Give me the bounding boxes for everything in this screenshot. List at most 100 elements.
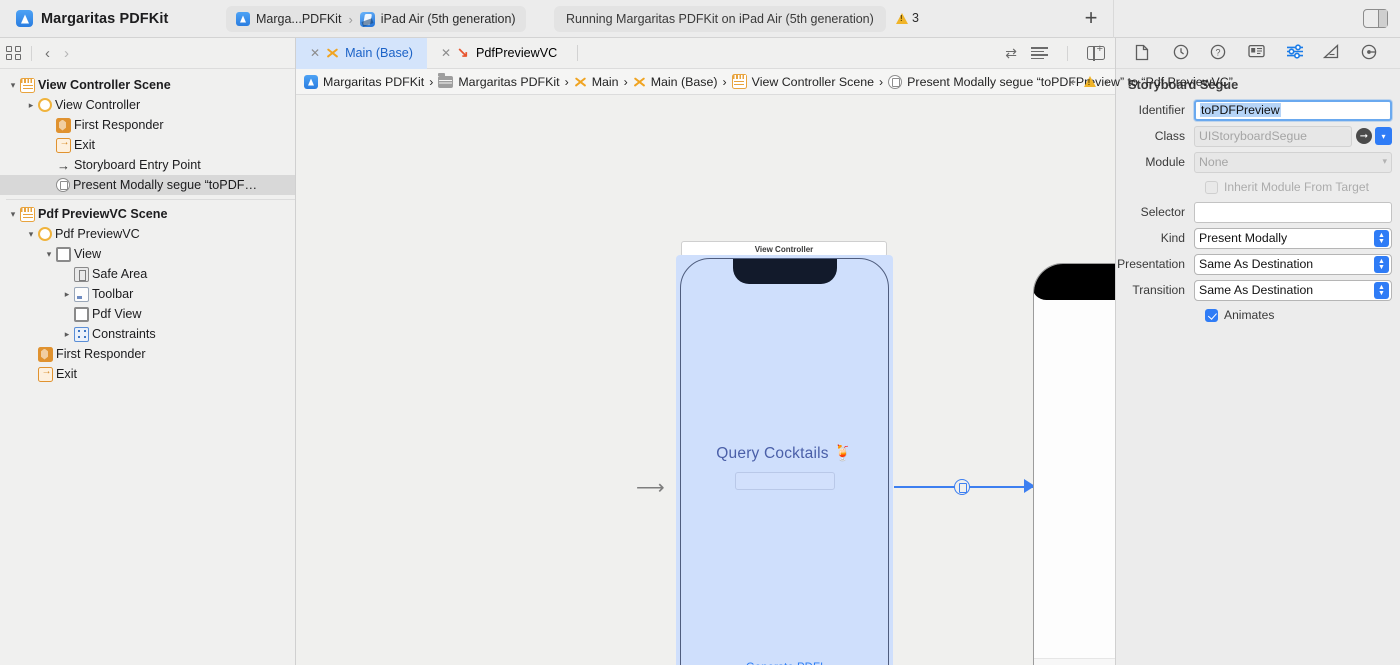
navigator-grid-icon[interactable] (6, 45, 22, 61)
breadcrumb[interactable]: Margaritas PDFKit › Margaritas PDFKit › Main… (296, 69, 1233, 95)
tree-item-exit[interactable]: Exit (0, 364, 295, 384)
identifier-input[interactable]: toPDFPreview (1194, 99, 1392, 121)
add-editor-icon[interactable] (1087, 43, 1105, 61)
run-destination[interactable]: iPad Air (5th generation) (381, 12, 516, 26)
app-identity: Margaritas PDFKit (0, 10, 168, 27)
disclosure-open-icon[interactable] (6, 80, 20, 91)
pdf-toolbar[interactable] (1034, 658, 1115, 665)
transition-value: Same As Destination (1199, 283, 1314, 297)
breadcrumb-item[interactable]: Present Modally segue “toPDFPreview” to … (888, 74, 1233, 89)
stepper-icon[interactable]: ▲ ▼ (1374, 230, 1389, 247)
kind-value: Present Modally (1199, 231, 1288, 245)
disclosure-open-icon[interactable] (42, 249, 56, 260)
disclosure-closed-icon[interactable] (60, 289, 74, 300)
animates-checkbox[interactable] (1205, 308, 1218, 322)
identifier-label: Identifier (1138, 103, 1185, 117)
nav-forward-button[interactable]: › (58, 46, 75, 61)
breadcrumb-prev-button[interactable]: ‹ (1070, 74, 1074, 89)
tree-item-pdf-previewvc-scene[interactable]: Pdf PreviewVC Scene (0, 204, 295, 224)
segue-icon (56, 178, 70, 192)
divider (31, 45, 32, 61)
identity-inspector-icon[interactable] (1248, 44, 1268, 62)
tree-item-exit[interactable]: Exit (0, 135, 295, 155)
tree-item-pdf-view[interactable]: Pdf View (0, 304, 295, 324)
class-row: Class UIStoryboardSegue ➞ ▾ (1116, 125, 1400, 147)
tree-item-storyboard-entry-point[interactable]: → Storyboard Entry Point (0, 155, 295, 175)
inherit-module-row[interactable]: Inherit Module From Target (1116, 177, 1400, 197)
document-outline-tree[interactable]: View Controller Scene View Controller Firs… (0, 69, 295, 665)
tab-pdfpreviewvc[interactable]: ✕ PdfPreviewVC (427, 38, 571, 69)
scheme-destination-control[interactable]: Marga...PDFKit › iPad Air (5th generatio… (226, 6, 526, 32)
module-row: Module None ▾ (1116, 151, 1400, 173)
open-class-icon[interactable]: ➞ (1356, 128, 1372, 144)
kind-popup-button[interactable]: Present Modally ▲ ▼ (1194, 227, 1392, 249)
tree-item-present-modally-segue-topdf[interactable]: Present Modally segue “toPDF… (0, 175, 295, 195)
disclosure-open-icon[interactable] (6, 209, 20, 220)
kind-label: Kind (1160, 231, 1185, 245)
breadcrumb-item[interactable]: Margaritas PDFKit (304, 74, 424, 89)
tree-divider (6, 199, 295, 200)
tree-item-first-responder[interactable]: First Responder (0, 115, 295, 135)
query-text-field[interactable] (735, 472, 835, 490)
toggle-inspector-icon[interactable] (1363, 9, 1388, 28)
disclosure-closed-icon[interactable] (24, 100, 38, 111)
breadcrumb-next-button[interactable]: › (1105, 74, 1109, 89)
tree-item-label: Exit (74, 138, 95, 152)
scene2-title-plate[interactable] (1033, 235, 1115, 255)
breadcrumb-label: Main (591, 74, 619, 89)
editor-options: ⇄ (1005, 43, 1105, 61)
tab-main-base[interactable]: ✕ Main (Base) (296, 37, 427, 69)
tree-item-constraints[interactable]: Constraints (0, 324, 295, 344)
disclosure-closed-icon[interactable] (60, 329, 74, 340)
chevron-down-icon[interactable]: ▾ (1382, 156, 1387, 166)
tree-item-first-responder[interactable]: First Responder (0, 344, 295, 364)
scene2-pdf-preview-vc[interactable] (1033, 263, 1115, 665)
scheme-name[interactable]: Marga...PDFKit (256, 12, 341, 26)
tree-item-view-controller-scene[interactable]: View Controller Scene (0, 75, 295, 95)
size-inspector-icon[interactable] (1323, 44, 1343, 62)
add-button[interactable]: + (1080, 7, 1102, 30)
nav-back-button[interactable]: ‹ (39, 46, 56, 61)
storyboard-canvas[interactable]: View Controller Query Cocktails 🍹 Genera… (296, 95, 1115, 665)
warning-indicator[interactable]: 3 (896, 11, 919, 25)
breadcrumb-item[interactable]: View Controller Scene (731, 74, 875, 89)
related-items-icon[interactable]: ⇄ (1005, 46, 1017, 60)
tree-item-pdf-previewvc[interactable]: Pdf PreviewVC (0, 224, 295, 244)
stepper-icon[interactable]: ▲ ▼ (1374, 256, 1389, 273)
help-inspector-icon[interactable]: ? (1210, 44, 1230, 62)
tree-item-view[interactable]: View (0, 244, 295, 264)
segue-badge-icon[interactable] (954, 479, 970, 495)
transition-popup-button[interactable]: Same As Destination ▲ ▼ (1194, 279, 1392, 301)
breadcrumb-item[interactable]: Margaritas PDFKit (438, 73, 560, 89)
first-responder-icon (38, 346, 53, 362)
disclosure-open-icon[interactable] (24, 229, 38, 240)
attributes-inspector-icon[interactable] (1286, 44, 1306, 62)
inherit-module-checkbox[interactable] (1205, 180, 1218, 194)
file-inspector-icon[interactable] (1135, 44, 1155, 62)
tree-item-view-controller[interactable]: View Controller (0, 95, 295, 115)
module-label: Module (1145, 155, 1185, 169)
warning-triangle-icon[interactable] (1083, 76, 1096, 87)
breadcrumb-label: View Controller Scene (751, 74, 875, 89)
selector-input[interactable] (1194, 201, 1392, 223)
close-icon[interactable]: ✕ (310, 46, 320, 60)
connections-inspector-icon[interactable] (1361, 44, 1381, 62)
breadcrumb-item[interactable]: Main (Base) (633, 75, 718, 89)
module-input[interactable]: None ▾ (1194, 151, 1392, 173)
minimap-icon[interactable] (1031, 47, 1048, 60)
scene1-view-controller[interactable]: Query Cocktails 🍹 Generate PDF! (680, 258, 889, 665)
tree-item-toolbar[interactable]: Toolbar (0, 284, 295, 304)
history-inspector-icon[interactable] (1173, 44, 1193, 62)
class-input[interactable]: UIStoryboardSegue (1194, 125, 1352, 147)
animates-row[interactable]: Animates (1116, 305, 1400, 325)
tree-item-safe-area[interactable]: Safe Area (0, 264, 295, 284)
class-popup-icon[interactable]: ▾ (1375, 127, 1392, 145)
close-icon[interactable]: ✕ (441, 46, 451, 60)
class-label: Class (1154, 129, 1185, 143)
breadcrumb-item[interactable]: Main (574, 75, 619, 89)
warning-count: 3 (912, 11, 919, 25)
presentation-popup-button[interactable]: Same As Destination ▲ ▼ (1194, 253, 1392, 275)
toolbar-divider (1113, 0, 1114, 38)
stepper-icon[interactable]: ▲ ▼ (1374, 282, 1389, 299)
exit-icon (38, 366, 53, 382)
